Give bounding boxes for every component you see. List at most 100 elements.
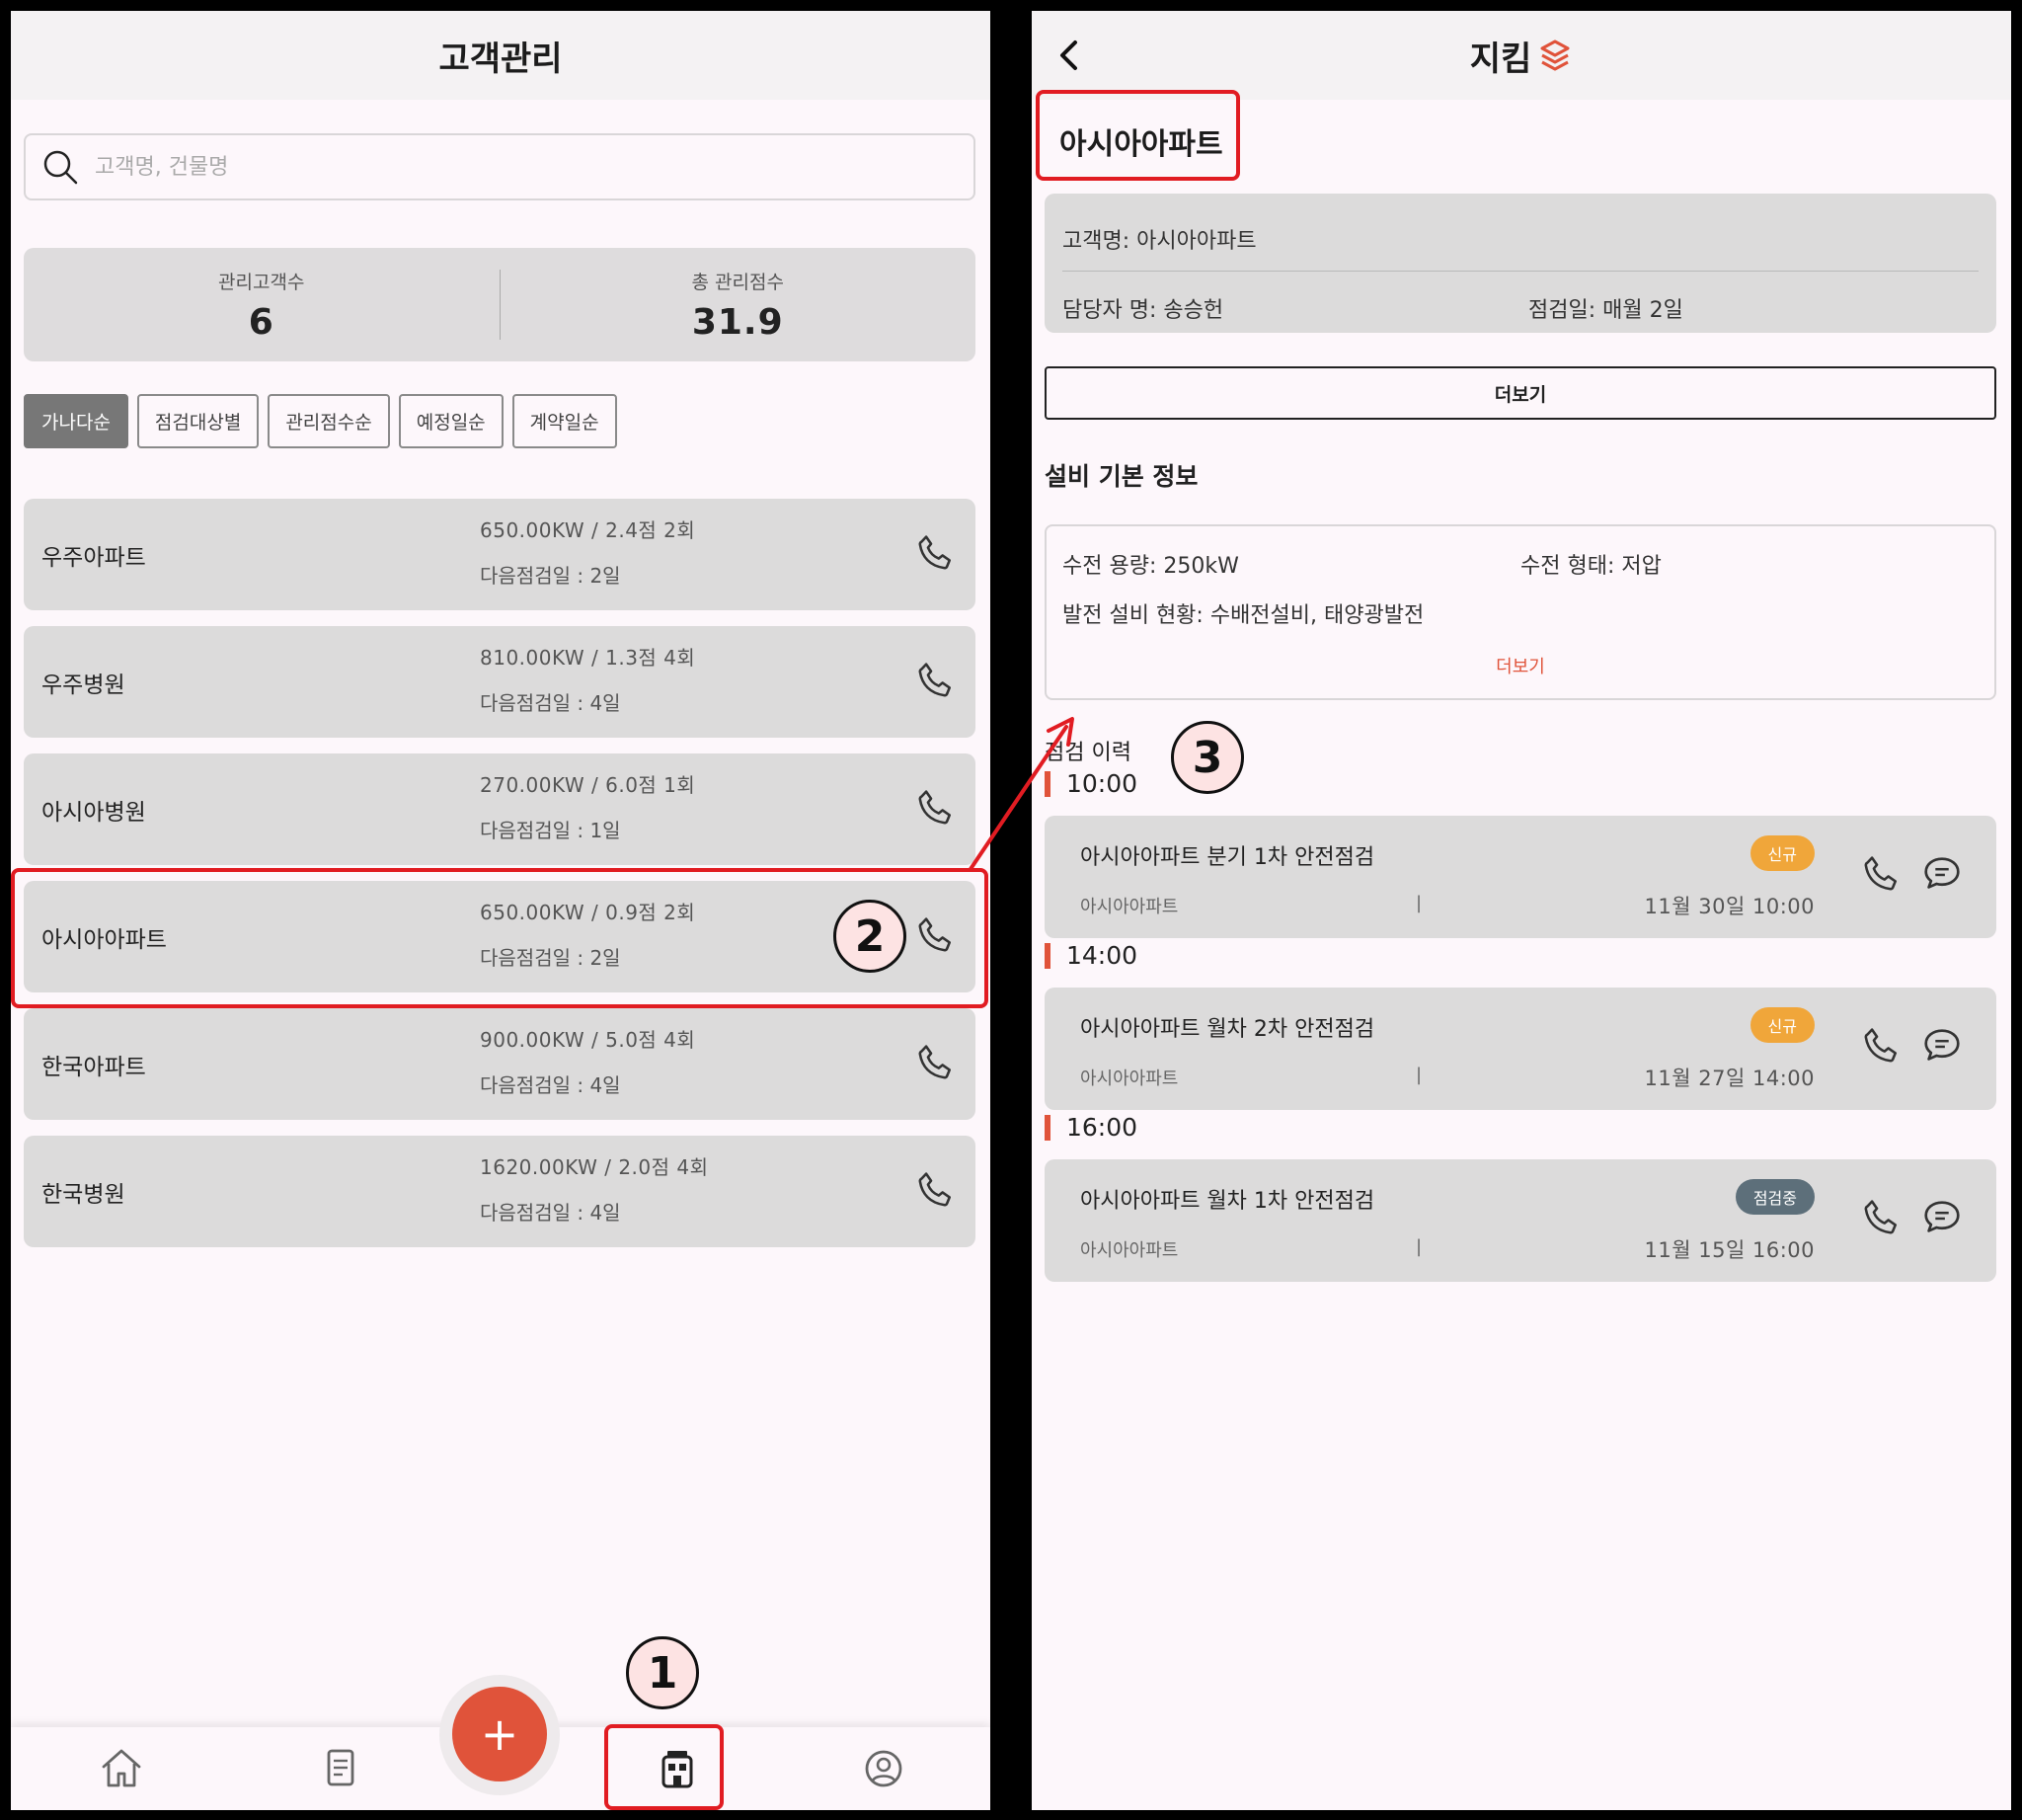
inspection-client: 아시아아파트 — [1080, 1240, 1179, 1261]
app-title-text: 지킴 — [1469, 39, 1532, 79]
chat-icon[interactable] — [1919, 1195, 1965, 1240]
filter-scheduled-date[interactable]: 예정일순 — [398, 394, 504, 448]
next-inspection: 다음점검일 : 4일 — [480, 691, 621, 715]
inspection-title: 아시아아파트 분기 1차 안전점검 — [1080, 845, 1375, 870]
next-inspection: 다음점검일 : 2일 — [480, 564, 621, 588]
customer-spec: 1620.00KW / 2.0점 4회 — [480, 1155, 709, 1179]
search-bar[interactable] — [24, 133, 975, 200]
customer-card[interactable]: 한국아파트 900.00KW / 5.0점 4회 다음점검일 : 4일 — [24, 1008, 975, 1120]
customer-spec: 270.00KW / 6.0점 1회 — [480, 773, 696, 797]
capacity-info: 수전 용량: 250kW — [1062, 554, 1239, 579]
time-marker — [1045, 942, 1050, 969]
customer-card[interactable]: 우주아파트 650.00KW / 2.4점 2회 다음점검일 : 2일 — [24, 499, 975, 610]
equipment-info-card: 수전 용량: 250kW 수전 형태: 저압 발전 설비 현황: 수배전설비, … — [1045, 524, 1996, 700]
inspection-title: 아시아아파트 월차 1차 안전점검 — [1080, 1189, 1375, 1214]
time-label: 10:00 — [1045, 769, 1137, 798]
section-title: 설비 기본 정보 — [1045, 462, 1199, 491]
status-badge: 신규 — [1750, 835, 1815, 871]
customer-count-label: 관리고객수 — [218, 271, 305, 293]
time-marker — [1045, 770, 1050, 797]
brand-logo-icon — [1540, 40, 1570, 71]
time-text: 10:00 — [1066, 769, 1138, 798]
manager-info: 담당자 명: 송승헌 — [1062, 298, 1224, 323]
divider — [1062, 271, 1979, 272]
customer-name: 우주아파트 — [41, 544, 146, 571]
status-badge: 신규 — [1750, 1007, 1815, 1043]
chat-icon[interactable] — [1919, 851, 1965, 897]
generation-status-info: 발전 설비 현황: 수배전설비, 태양광발전 — [1062, 603, 1425, 628]
customer-card[interactable]: 아시아병원 270.00KW / 6.0점 1회 다음점검일 : 1일 — [24, 753, 975, 865]
customer-count-value: 6 — [248, 301, 274, 343]
next-inspection: 다음점검일 : 4일 — [480, 1073, 621, 1097]
equipment-more-link[interactable]: 더보기 — [1047, 653, 1994, 678]
inspection-card[interactable]: 아시아아파트 월차 2차 안전점검 신규 아시아아파트 | 11월 27일 14… — [1045, 988, 1996, 1110]
next-inspection: 다음점검일 : 1일 — [480, 819, 621, 842]
inspection-date: 11월 27일 14:00 — [1644, 1067, 1815, 1090]
time-text: 14:00 — [1066, 941, 1138, 970]
customer-spec: 900.00KW / 5.0점 4회 — [480, 1028, 696, 1052]
filter-alphabetical[interactable]: 가나다순 — [24, 394, 128, 448]
more-button[interactable]: 더보기 — [1045, 366, 1996, 420]
time-text: 16:00 — [1066, 1113, 1138, 1142]
app-title: 지킴 — [1470, 32, 1574, 80]
status-badge: 점검중 — [1735, 1179, 1815, 1215]
inspection-day-info: 점검일: 매월 2일 — [1528, 298, 1683, 323]
customer-spec: 810.00KW / 1.3점 4회 — [480, 646, 696, 670]
next-inspection: 다음점검일 : 4일 — [480, 1201, 621, 1225]
customer-count-stat: 관리고객수 6 — [24, 248, 500, 361]
inspection-client: 아시아아파트 — [1080, 1068, 1179, 1089]
phone-icon[interactable] — [914, 532, 958, 576]
phone-icon[interactable] — [914, 787, 958, 831]
header: 고객관리 — [11, 11, 990, 100]
customer-card[interactable]: 한국병원 1620.00KW / 2.0점 4회 다음점검일 : 4일 — [24, 1136, 975, 1247]
customer-info-card: 고객명: 아시아아파트 담당자 명: 송승헌 점검일: 매월 2일 — [1045, 194, 1996, 333]
inspection-client: 아시아아파트 — [1080, 897, 1179, 917]
search-icon — [43, 150, 78, 185]
profile-icon[interactable] — [856, 1741, 911, 1796]
inspection-card[interactable]: 아시아아파트 분기 1차 안전점검 신규 아시아아파트 | 11월 30일 10… — [1045, 816, 1996, 938]
nav-highlight — [604, 1724, 724, 1810]
total-score-value: 31.9 — [691, 301, 784, 343]
phone-icon[interactable] — [914, 1169, 958, 1213]
time-label: 16:00 — [1045, 1113, 1137, 1142]
type-info: 수전 형태: 저압 — [1520, 554, 1662, 579]
customer-name: 아시아병원 — [41, 799, 146, 826]
inspection-title: 아시아아파트 월차 2차 안전점검 — [1080, 1017, 1375, 1042]
header: 지킴 — [1032, 11, 2011, 100]
customer-detail-screen: 지킴 아시아아파트 고객명: 아시아아파트 담당자 명: 송승헌 점검일: 매월… — [1032, 11, 2011, 1810]
search-input[interactable] — [95, 154, 944, 180]
inspection-card[interactable]: 아시아아파트 월차 1차 안전점검 점검중 아시아아파트 | 11월 15일 1… — [1045, 1159, 1996, 1282]
phone-icon[interactable] — [1860, 1197, 1904, 1240]
filter-score[interactable]: 관리점수순 — [268, 394, 390, 448]
separator: | — [1416, 893, 1423, 913]
customer-name: 한국병원 — [41, 1181, 125, 1208]
phone-icon[interactable] — [1860, 853, 1904, 897]
step-1-marker: 1 — [626, 1636, 699, 1709]
time-label: 14:00 — [1045, 941, 1137, 970]
chat-icon[interactable] — [1919, 1023, 1965, 1068]
phone-icon[interactable] — [914, 1042, 958, 1085]
inspection-date: 11월 30일 10:00 — [1644, 895, 1815, 918]
filter-contract-date[interactable]: 계약일순 — [511, 394, 617, 448]
time-marker — [1045, 1114, 1050, 1141]
add-button[interactable]: + — [452, 1687, 547, 1781]
customer-card[interactable]: 우주병원 810.00KW / 1.3점 4회 다음점검일 : 4일 — [24, 626, 975, 738]
back-arrow-icon[interactable] — [1048, 33, 1093, 78]
total-score-label: 총 관리점수 — [691, 271, 784, 293]
step-2-marker: 2 — [833, 900, 906, 973]
customer-name: 우주병원 — [41, 672, 125, 698]
separator: | — [1416, 1236, 1423, 1257]
summary-stats: 관리고객수 6 총 관리점수 31.9 — [24, 248, 975, 361]
phone-icon[interactable] — [914, 660, 958, 703]
customer-name: 한국아파트 — [41, 1054, 146, 1080]
inspection-date: 11월 15일 16:00 — [1644, 1238, 1815, 1262]
filter-inspection-target[interactable]: 점검대상별 — [136, 394, 260, 448]
phone-icon[interactable] — [1860, 1025, 1904, 1068]
document-icon[interactable] — [313, 1741, 368, 1796]
history-title: 점검 이력 — [1045, 741, 1131, 765]
separator: | — [1416, 1065, 1423, 1085]
title-highlight — [1036, 90, 1240, 181]
customer-name-info: 고객명: 아시아아파트 — [1062, 229, 1257, 254]
home-icon[interactable] — [94, 1741, 149, 1796]
page-title: 고객관리 — [438, 39, 563, 79]
